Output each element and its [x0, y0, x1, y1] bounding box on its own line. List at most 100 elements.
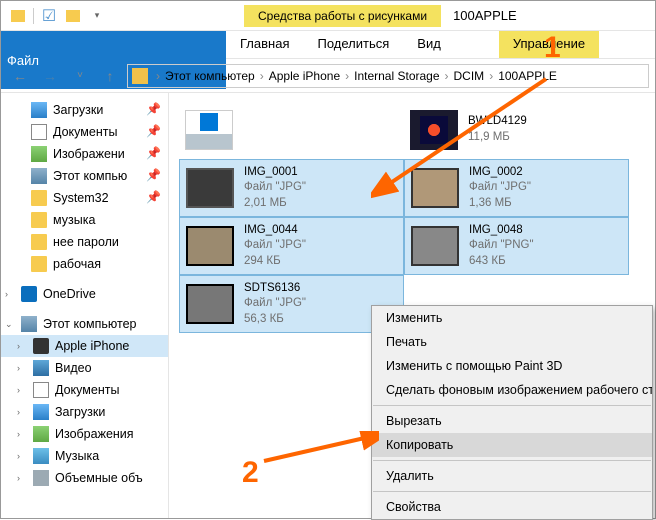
pin-icon: 📌: [146, 190, 162, 206]
tab-home[interactable]: Главная: [226, 31, 303, 58]
sidebar-item-video[interactable]: ›Видео: [1, 357, 168, 379]
file-type: 11,9 МБ: [468, 130, 527, 146]
navigation-pane: Загрузки📌 Документы📌 Изображени📌 Этот ко…: [1, 93, 169, 518]
crumb-dcim[interactable]: DCIM: [451, 69, 488, 83]
folder-icon[interactable]: [7, 5, 29, 27]
chevron-right-icon: ›: [17, 363, 27, 373]
file-info: IMG_0002 Файл "JPG" 1,36 МБ: [469, 165, 531, 212]
context-menu: Изменить Печать Изменить с помощью Paint…: [371, 305, 653, 520]
chevron-right-icon: ›: [17, 407, 27, 417]
forward-button[interactable]: →: [37, 63, 63, 89]
tab-share[interactable]: Поделиться: [303, 31, 403, 58]
file-size: 56,3 КБ: [244, 312, 306, 328]
new-folder-icon[interactable]: [62, 5, 84, 27]
sidebar-item-music2[interactable]: ›Музыка: [1, 445, 168, 467]
ctx-properties[interactable]: Свойства: [372, 495, 652, 519]
file-name: SDTS6136: [244, 281, 306, 297]
music-icon: [33, 448, 49, 464]
folder-icon: [31, 256, 47, 272]
thumbnail: [186, 226, 234, 266]
thumbnail: [186, 284, 234, 324]
file-info: IMG_0001 Файл "JPG" 2,01 МБ: [244, 165, 306, 212]
file-info: SDTS6136 Файл "JPG" 56,3 КБ: [244, 281, 306, 328]
file-type: Файл "JPG": [244, 238, 306, 254]
separator: [373, 460, 651, 461]
tab-view[interactable]: Вид: [403, 31, 455, 58]
sidebar-item-work[interactable]: рабочая: [1, 253, 168, 275]
sidebar-item-volumes[interactable]: ›Объемные объ: [1, 467, 168, 489]
download-icon: [33, 404, 49, 420]
sidebar-item-onedrive[interactable]: ›OneDrive: [1, 283, 168, 305]
sidebar-item-music-q[interactable]: музыка: [1, 209, 168, 231]
pin-icon: 📌: [146, 102, 162, 118]
folder-icon: [31, 190, 47, 206]
qat-dropdown-icon[interactable]: ▾: [86, 5, 108, 27]
sidebar-item-documents2[interactable]: ›Документы: [1, 379, 168, 401]
phone-icon: [33, 338, 49, 354]
sidebar-item-pictures2[interactable]: ›Изображения: [1, 423, 168, 445]
pin-icon: 📌: [146, 168, 162, 184]
crumb-100apple[interactable]: 100APPLE: [495, 69, 560, 83]
sidebar-item-iphone[interactable]: ›Apple iPhone: [1, 335, 168, 357]
crumb-storage[interactable]: Internal Storage: [351, 69, 442, 83]
chevron-down-icon: ⌄: [5, 319, 15, 330]
properties-icon[interactable]: ☑: [38, 5, 60, 27]
file-type: Файл "JPG": [244, 180, 306, 196]
ctx-delete[interactable]: Удалить: [372, 464, 652, 488]
file-item[interactable]: IMG_0048 Файл "PNG" 643 КБ: [404, 217, 629, 275]
back-button[interactable]: ←: [7, 63, 33, 89]
ctx-edit[interactable]: Изменить: [372, 306, 652, 330]
crumb-iphone[interactable]: Apple iPhone: [266, 69, 343, 83]
file-size: 643 КБ: [469, 254, 534, 270]
pin-icon: 📌: [146, 124, 162, 140]
up-button[interactable]: ↑: [97, 63, 123, 89]
sidebar-item-system32[interactable]: System32📌: [1, 187, 168, 209]
file-name: BWLD4129: [468, 114, 527, 130]
annotation-1: 1: [544, 31, 561, 65]
separator: [373, 491, 651, 492]
file-item[interactable]: IMG_0001 Файл "JPG" 2,01 МБ: [179, 159, 404, 217]
breadcrumb[interactable]: › Этот компьютер› Apple iPhone› Internal…: [127, 64, 649, 88]
separator: [373, 405, 651, 406]
file-item[interactable]: [179, 101, 404, 159]
file-item[interactable]: IMG_0044 Файл "JPG" 294 КБ: [179, 217, 404, 275]
chevron-right-icon: ›: [17, 341, 27, 351]
file-size: 294 КБ: [244, 254, 306, 270]
sidebar-item-downloads[interactable]: Загрузки📌: [1, 99, 168, 121]
ctx-copy[interactable]: Копировать: [372, 433, 652, 457]
pc-icon: [31, 168, 47, 184]
recent-dropdown-icon[interactable]: ˅: [67, 63, 93, 89]
video-icon: [33, 360, 49, 376]
chevron-right-icon: ›: [17, 451, 27, 461]
sidebar-item-nopass[interactable]: нее пароли: [1, 231, 168, 253]
chevron-right-icon: ›: [17, 429, 27, 439]
annotation-2: 2: [242, 456, 259, 490]
file-item[interactable]: IMG_0002 Файл "JPG" 1,36 МБ: [404, 159, 629, 217]
ctx-paint3d[interactable]: Изменить с помощью Paint 3D: [372, 354, 652, 378]
file-info: BWLD4129 11,9 МБ: [468, 114, 527, 145]
drive-icon: [33, 470, 49, 486]
sidebar-item-downloads2[interactable]: ›Загрузки: [1, 401, 168, 423]
sidebar-item-thispc-quick[interactable]: Этот компью📌: [1, 165, 168, 187]
file-size: 1,36 МБ: [469, 196, 531, 212]
thumbnail: [411, 226, 459, 266]
sidebar-item-documents[interactable]: Документы📌: [1, 121, 168, 143]
chevron-right-icon: ›: [17, 385, 27, 395]
crumb-pc[interactable]: Этот компьютер: [162, 69, 258, 83]
picture-icon: [31, 146, 47, 162]
sidebar-item-thispc[interactable]: ⌄Этот компьютер: [1, 313, 168, 335]
file-item[interactable]: BWLD4129 11,9 МБ: [404, 101, 629, 159]
ctx-print[interactable]: Печать: [372, 330, 652, 354]
file-name: IMG_0001: [244, 165, 306, 181]
pc-icon: [21, 316, 37, 332]
file-info: IMG_0044 Файл "JPG" 294 КБ: [244, 223, 306, 270]
ctx-cut[interactable]: Вырезать: [372, 409, 652, 433]
file-name: IMG_0048: [469, 223, 534, 239]
file-type: Файл "JPG": [469, 180, 531, 196]
ctx-wallpaper[interactable]: Сделать фоновым изображением рабочего ст…: [372, 378, 652, 402]
thumbnail: [411, 168, 459, 208]
quick-access-toolbar: ☑ ▾: [1, 5, 114, 27]
sidebar-item-pictures[interactable]: Изображени📌: [1, 143, 168, 165]
folder-icon: [132, 68, 148, 84]
picture-icon: [33, 426, 49, 442]
